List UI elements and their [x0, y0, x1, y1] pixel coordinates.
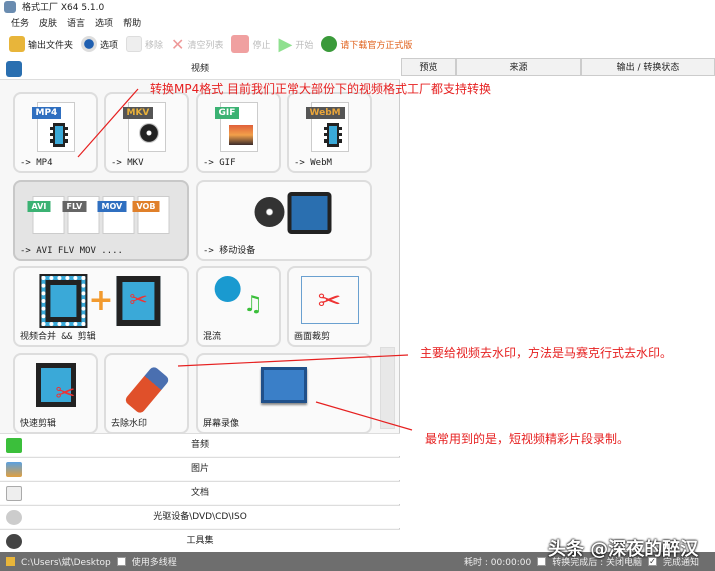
arrow-screen-record — [315, 401, 413, 431]
arrow-watermark — [177, 354, 409, 367]
annotation-screen-record: 最常用到的是，短视频精彩片段录制。 — [425, 432, 630, 446]
watermark: 头条 @深夜的醉汉 — [548, 539, 699, 560]
annotation-watermark: 主要给视频去水印，方法是马赛克行式去水印。 — [420, 346, 673, 360]
arrow-mp4 — [77, 88, 139, 158]
annotation-mp4: 转换MP4格式 目前我们正常大部份下的视频格式工厂都支持转换 — [150, 82, 492, 96]
